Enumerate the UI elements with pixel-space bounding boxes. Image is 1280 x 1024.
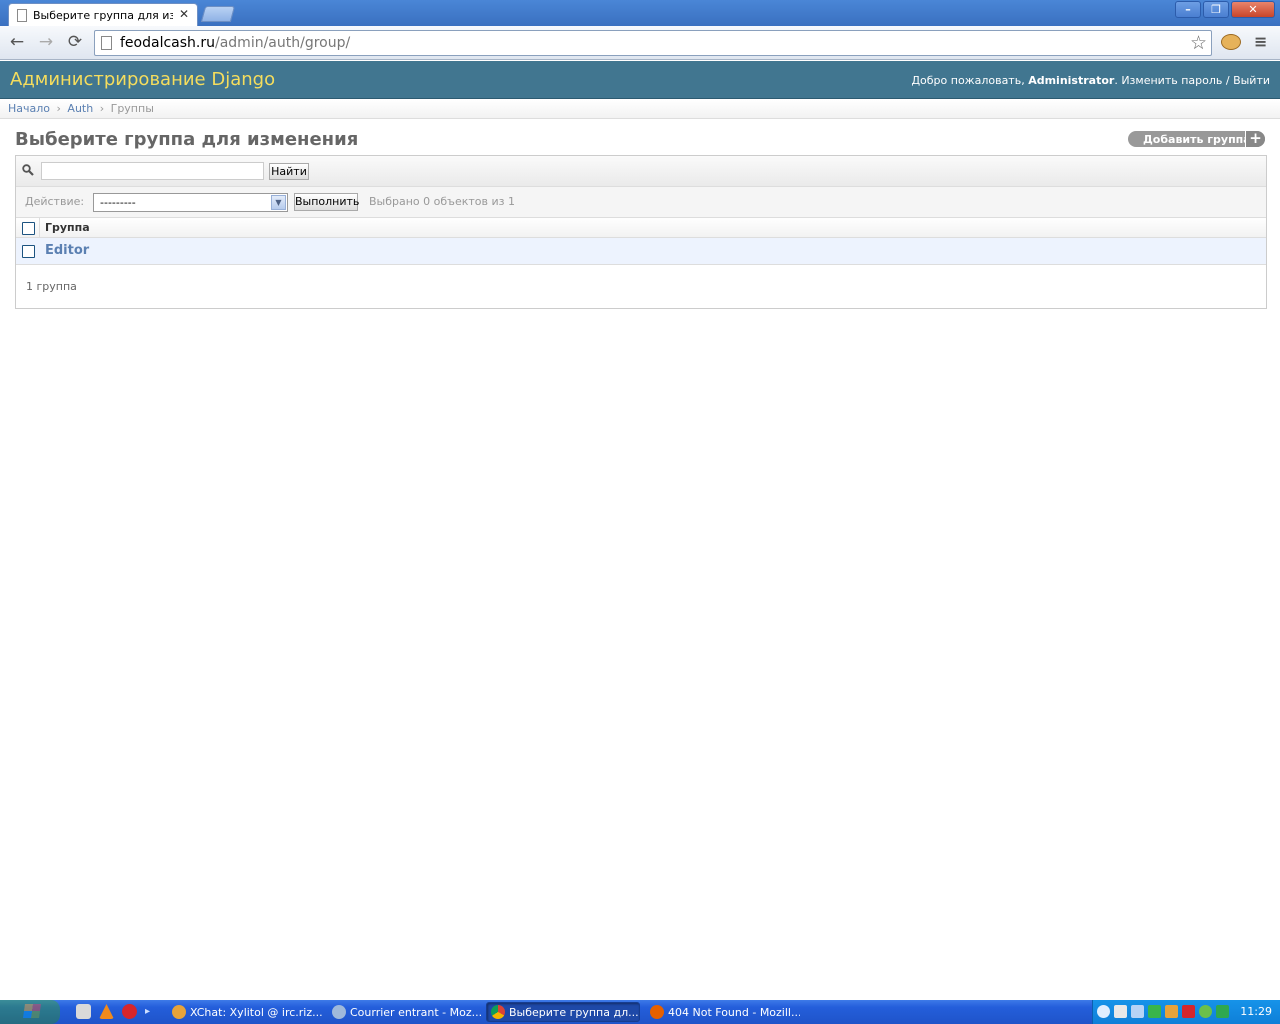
breadcrumb: Начало › Auth › Группы bbox=[0, 100, 1280, 119]
start-button[interactable] bbox=[0, 1000, 60, 1024]
results-table: Группа Editor bbox=[16, 218, 1266, 265]
page-icon bbox=[101, 36, 112, 50]
task-label: XChat: Xylitol @ irc.riz... bbox=[190, 1005, 322, 1019]
task-label: Выберите группа дл... bbox=[509, 1005, 639, 1019]
thunderbird-icon bbox=[332, 1005, 346, 1019]
close-window-button[interactable]: ✕ bbox=[1231, 1, 1275, 18]
action-select[interactable]: --------- ▼ bbox=[93, 193, 288, 212]
action-counter: Выбрано 0 объектов из 1 bbox=[369, 195, 515, 208]
breadcrumb-current: Группы bbox=[110, 102, 154, 115]
search-toolbar: Найти bbox=[16, 156, 1266, 187]
back-icon[interactable]: ← bbox=[6, 32, 28, 52]
tab-close-icon[interactable]: ✕ bbox=[179, 7, 189, 21]
user-tools: Добро пожаловать, Administrator. Изменит… bbox=[911, 74, 1270, 87]
tab-title: Выберите группа для изме bbox=[33, 8, 173, 22]
windows-logo-icon bbox=[23, 1004, 41, 1018]
check-icon[interactable] bbox=[1216, 1005, 1229, 1018]
mail-icon[interactable] bbox=[1114, 1005, 1127, 1018]
task-label: 404 Not Found - Mozill... bbox=[668, 1005, 800, 1019]
vlc-icon[interactable] bbox=[99, 1004, 114, 1019]
xchat-icon bbox=[172, 1005, 186, 1019]
search-button[interactable]: Найти bbox=[269, 163, 309, 180]
minimize-button[interactable]: – bbox=[1175, 1, 1201, 18]
run-action-button[interactable]: Выполнить bbox=[294, 193, 359, 211]
task-label: Courrier entrant - Moz... bbox=[350, 1005, 482, 1019]
shield-icon[interactable] bbox=[1148, 1005, 1161, 1018]
breadcrumb-separator: › bbox=[99, 102, 105, 115]
network-icon[interactable] bbox=[1131, 1005, 1144, 1018]
change-password-link[interactable]: Изменить пароль bbox=[1121, 74, 1222, 87]
page-icon bbox=[17, 8, 27, 22]
url-path: /admin/auth/group/ bbox=[215, 35, 351, 51]
new-tab-button[interactable] bbox=[200, 6, 236, 22]
taskbar-task[interactable]: Courrier entrant - Moz... bbox=[328, 1002, 482, 1022]
address-bar[interactable]: feodalcash.ru/admin/auth/group/ ☆ bbox=[94, 30, 1212, 56]
taskbar-task[interactable]: 404 Not Found - Mozill... bbox=[646, 1002, 800, 1022]
select-all-checkbox[interactable] bbox=[22, 222, 35, 235]
row-checkbox[interactable] bbox=[22, 245, 35, 258]
ati-icon[interactable] bbox=[1182, 1005, 1195, 1018]
tray-arrow-icon[interactable] bbox=[1097, 1005, 1110, 1018]
logout-link[interactable]: Выйти bbox=[1233, 74, 1270, 87]
username: Administrator bbox=[1028, 74, 1115, 87]
search-icon bbox=[22, 164, 34, 176]
actions-bar: Действие: --------- ▼ Выполнить Выбрано … bbox=[16, 187, 1266, 218]
browser-tab[interactable]: Выберите группа для изме ✕ bbox=[8, 3, 198, 26]
welcome-text: Добро пожаловать, bbox=[911, 74, 1029, 87]
close-app-icon[interactable] bbox=[122, 1004, 137, 1019]
group-link[interactable]: Editor bbox=[45, 243, 89, 258]
quicklaunch-icon[interactable] bbox=[76, 1004, 91, 1019]
add-group-label: Добавить группа bbox=[1143, 132, 1251, 146]
breadcrumb-separator: › bbox=[56, 102, 61, 115]
changelist: Найти Действие: --------- ▼ Выполнить Вы… bbox=[15, 155, 1267, 309]
table-header: Группа bbox=[16, 218, 1266, 238]
firefox-icon bbox=[650, 1005, 664, 1019]
breadcrumb-app[interactable]: Auth bbox=[67, 102, 93, 115]
page-title: Выберите группа для изменения bbox=[15, 129, 359, 150]
column-header-group[interactable]: Группа bbox=[45, 221, 90, 234]
quick-launch: ▸ bbox=[76, 1004, 150, 1019]
bookmark-star-icon[interactable]: ☆ bbox=[1190, 32, 1207, 54]
browser-toolbar: ← → ⟳ feodalcash.ru/admin/auth/group/ ☆ … bbox=[0, 26, 1280, 60]
plus-icon: + bbox=[1245, 131, 1265, 147]
menu-icon[interactable]: ≡ bbox=[1254, 32, 1267, 51]
maximize-button[interactable]: ❐ bbox=[1203, 1, 1229, 18]
breadcrumb-home[interactable]: Начало bbox=[8, 102, 50, 115]
taskbar: ▸ XChat: Xylitol @ irc.riz... Courrier e… bbox=[0, 1000, 1280, 1024]
search-input[interactable] bbox=[41, 162, 264, 180]
action-label: Действие: bbox=[25, 195, 85, 208]
clock: 11:29 bbox=[1240, 1005, 1272, 1018]
paginator: 1 группа bbox=[26, 280, 77, 293]
browser-titlebar: Выберите группа для изме ✕ – ❐ ✕ bbox=[0, 0, 1280, 26]
window-controls: – ❐ ✕ bbox=[1175, 1, 1275, 18]
taskbar-task-active[interactable]: Выберите группа дл... bbox=[486, 1002, 640, 1022]
user-tools-separator: / bbox=[1222, 74, 1234, 87]
url-host: feodalcash.ru bbox=[120, 35, 215, 51]
admin-header: Администрирование Django Добро пожаловат… bbox=[0, 61, 1280, 99]
forward-icon[interactable]: → bbox=[35, 32, 57, 52]
xchat-tray-icon[interactable] bbox=[1165, 1005, 1178, 1018]
chevron-right-icon[interactable]: ▸ bbox=[145, 1004, 150, 1019]
extension-icon[interactable] bbox=[1221, 34, 1241, 50]
clover-icon[interactable] bbox=[1199, 1005, 1212, 1018]
chevron-down-icon: ▼ bbox=[271, 195, 286, 210]
reload-icon[interactable]: ⟳ bbox=[64, 32, 86, 52]
chrome-icon bbox=[491, 1005, 505, 1019]
tray-icons bbox=[1097, 1005, 1229, 1018]
system-tray: 11:29 bbox=[1092, 1000, 1280, 1024]
add-group-button[interactable]: Добавить группа + bbox=[1128, 131, 1265, 147]
column-divider bbox=[39, 218, 40, 238]
taskbar-task[interactable]: XChat: Xylitol @ irc.riz... bbox=[168, 1002, 322, 1022]
site-branding[interactable]: Администрирование Django bbox=[10, 69, 275, 90]
table-row: Editor bbox=[16, 238, 1266, 265]
action-selected-option: --------- bbox=[100, 196, 136, 209]
